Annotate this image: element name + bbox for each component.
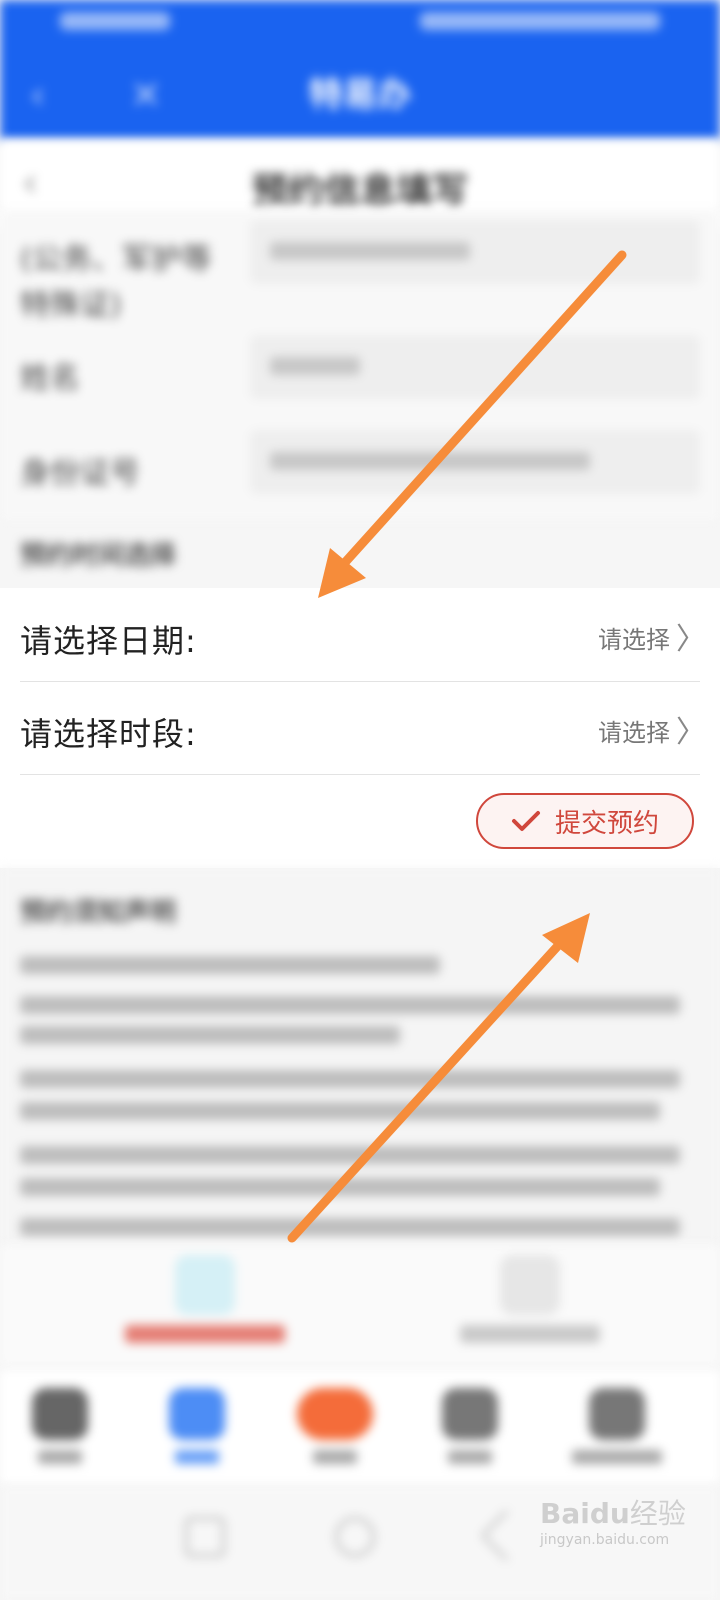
baidu-watermark: Baidu经验 jingyan.baidu.com bbox=[540, 1492, 710, 1572]
app-bar: ‹ ✕ 特易办 bbox=[0, 0, 720, 140]
period-value[interactable]: 请选择 bbox=[598, 713, 670, 748]
watermark-suffix: 经验 bbox=[629, 1497, 686, 1530]
date-row[interactable]: 请选择日期: 请选择 〉 bbox=[20, 588, 706, 682]
status-bar bbox=[60, 12, 660, 38]
notice-heading: 预约须知声明 bbox=[20, 898, 177, 928]
tab-label bbox=[38, 1450, 82, 1464]
period-row[interactable]: 请选择时段: 请选择 〉 bbox=[20, 681, 706, 775]
id-type-field[interactable] bbox=[250, 220, 700, 284]
grid-icon bbox=[169, 1388, 225, 1440]
time-section-heading: 预约时间选择 bbox=[20, 541, 177, 571]
app-title: 特易办 bbox=[309, 75, 411, 115]
calendar-icon bbox=[175, 1255, 235, 1315]
submit-label: 提交预约 bbox=[554, 808, 659, 839]
tab-services[interactable] bbox=[152, 1388, 242, 1464]
date-value[interactable]: 请选择 bbox=[598, 620, 670, 655]
form-row-name: 姓名 bbox=[20, 335, 700, 405]
tab-home[interactable] bbox=[15, 1388, 105, 1464]
form-row-sublabel: 特殊证) bbox=[20, 280, 700, 323]
shortcut-records[interactable] bbox=[440, 1255, 620, 1343]
tab-profile[interactable] bbox=[572, 1388, 662, 1464]
document-icon bbox=[442, 1388, 498, 1440]
checkmark-icon bbox=[511, 811, 540, 831]
form-row-id-number: 身份证号 bbox=[20, 430, 700, 500]
tab-messages[interactable] bbox=[425, 1388, 515, 1464]
user-icon bbox=[589, 1388, 645, 1440]
id-number-field[interactable] bbox=[250, 430, 700, 494]
shortcut-booking[interactable] bbox=[115, 1255, 295, 1343]
period-label: 请选择时段: bbox=[20, 715, 197, 753]
person-icon bbox=[500, 1255, 560, 1315]
tab-center[interactable] bbox=[290, 1388, 380, 1464]
center-action-icon bbox=[297, 1388, 373, 1440]
watermark-logo: Bai bbox=[540, 1497, 590, 1530]
chevron-right-icon: 〉 bbox=[676, 715, 706, 750]
form-label: 身份证号 bbox=[20, 456, 140, 491]
form-label: (公务、军护等 bbox=[20, 242, 212, 277]
paw-icon: du bbox=[589, 1497, 630, 1530]
shortcut-label bbox=[125, 1325, 285, 1343]
bottom-tab-bar bbox=[0, 1370, 720, 1485]
notice-section: 预约须知声明 bbox=[0, 868, 720, 1248]
tab-label bbox=[313, 1450, 357, 1464]
tab-label bbox=[175, 1450, 219, 1464]
back-nav-icon[interactable] bbox=[480, 1509, 533, 1562]
name-field[interactable] bbox=[250, 335, 700, 399]
date-label: 请选择日期: bbox=[20, 622, 197, 660]
home-button-icon[interactable] bbox=[335, 1517, 375, 1557]
form-label: 姓名 bbox=[20, 361, 80, 396]
shortcuts bbox=[0, 1245, 720, 1365]
submit-booking-button[interactable]: 提交预约 bbox=[476, 793, 694, 849]
shortcut-label bbox=[460, 1325, 600, 1343]
form-sublabel: 特殊证) bbox=[20, 288, 122, 323]
tab-label bbox=[572, 1450, 662, 1464]
watermark-url: jingyan.baidu.com bbox=[540, 1532, 670, 1548]
chevron-right-icon: 〉 bbox=[676, 622, 706, 657]
personal-info-form: (公务、军护等 特殊证) 姓名 身份证号 bbox=[0, 210, 720, 520]
home-icon bbox=[32, 1388, 88, 1440]
page-title: 预约信息填写 bbox=[251, 171, 468, 212]
recent-apps-icon[interactable] bbox=[185, 1517, 225, 1557]
tab-label bbox=[448, 1450, 492, 1464]
